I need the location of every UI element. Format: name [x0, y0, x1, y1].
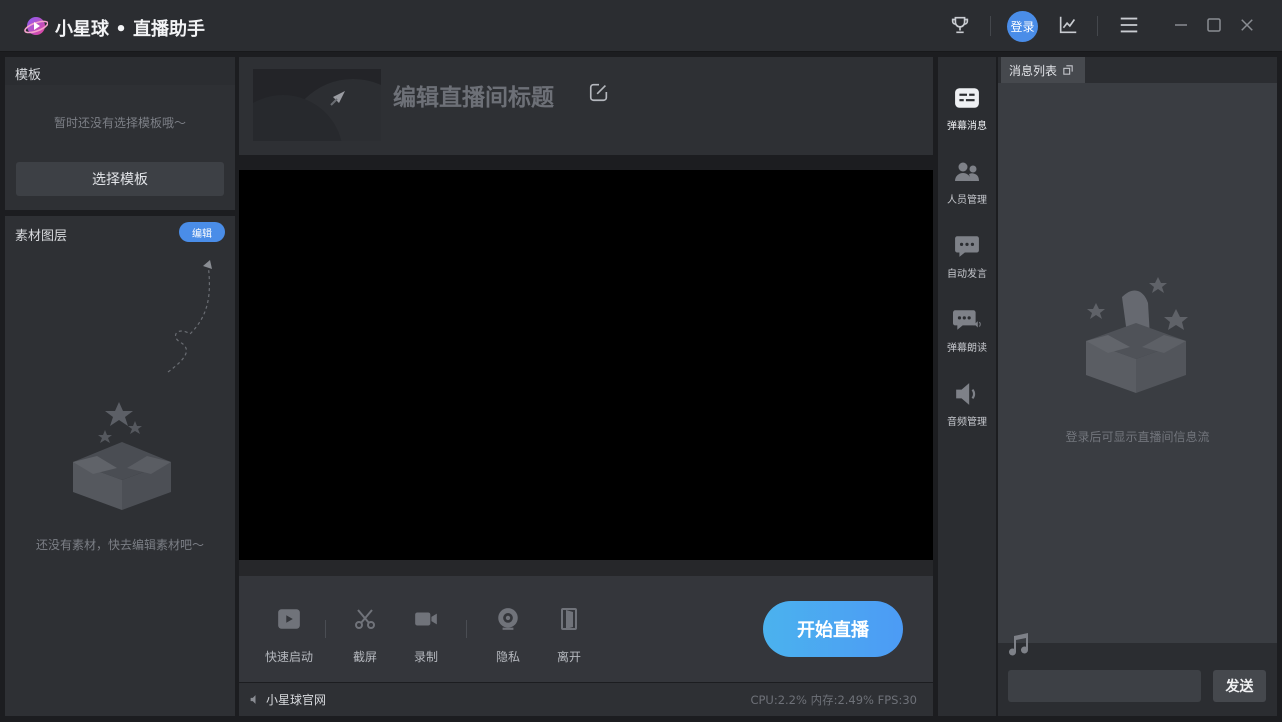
title-separator	[1097, 16, 1098, 36]
nav-danmaku-label: 弹幕消息	[947, 121, 987, 132]
performance-stats: CPU:2.2% 内存:2.49% FPS:30	[750, 693, 917, 707]
title-separator	[990, 16, 991, 36]
message-list-tab-label: 消息列表	[1009, 63, 1058, 78]
material-empty-hint: 还没有素材，快去编辑素材吧～	[35, 538, 204, 552]
read-aloud-icon	[952, 305, 982, 335]
stream-toolbar: 快速启动 截屏 录制 隐私 离开 开始直播	[239, 576, 933, 682]
stream-cover-thumbnail[interactable]	[253, 69, 381, 141]
app-title: 小星球 • 直播助手	[55, 19, 206, 40]
leave-button[interactable]: 离开	[554, 604, 584, 665]
rocket-icon	[253, 79, 381, 141]
nav-danmaku-read-label: 弹幕朗读	[947, 343, 987, 354]
nav-auto-speak[interactable]: 自动发言	[938, 225, 996, 289]
template-empty-hint: 暂时还没有选择模板哦～	[53, 116, 186, 130]
leave-label: 离开	[556, 650, 581, 664]
chart-icon[interactable]	[1056, 13, 1080, 37]
speaker-icon	[952, 379, 982, 409]
title-bar: 小星球 • 直播助手 登录	[0, 0, 1282, 52]
nav-audio-management-label: 音频管理	[947, 417, 987, 428]
camera-icon	[411, 604, 441, 634]
privacy-label: 隐私	[495, 650, 520, 664]
nav-danmaku-read[interactable]: 弹幕朗读	[938, 299, 996, 363]
toolbar-separator	[325, 620, 326, 638]
quick-start-label: 快速启动	[265, 650, 314, 664]
message-panel: 消息列表 登录后可显示直播间信息流 发送	[998, 57, 1277, 716]
material-panel: 素材图层 编辑 还没有素材，快去编辑素材吧～	[5, 216, 235, 716]
status-bar: 小星球官网 CPU:2.2% 内存:2.49% FPS:30	[239, 683, 933, 716]
auto-chat-icon	[952, 231, 982, 261]
nav-audio-management[interactable]: 音频管理	[938, 373, 996, 437]
template-panel: 模板 暂时还没有选择模板哦～ 选择模板	[5, 57, 235, 210]
screenshot-button[interactable]: 截屏	[350, 604, 380, 665]
minimize-icon[interactable]	[1169, 13, 1193, 37]
nav-user-management[interactable]: 人员管理	[938, 151, 996, 215]
official-site-label: 小星球官网	[266, 693, 327, 707]
edit-material-button[interactable]: 编辑	[179, 222, 225, 242]
official-site-link[interactable]: 小星球官网	[249, 691, 326, 708]
record-label: 录制	[413, 650, 438, 664]
message-empty-hint: 登录后可显示直播间信息流	[1065, 430, 1210, 444]
privacy-button[interactable]: 隐私	[493, 604, 523, 665]
start-live-button[interactable]: 开始直播	[763, 601, 903, 657]
record-button[interactable]: 录制	[411, 604, 441, 665]
send-button[interactable]: 发送	[1213, 670, 1266, 702]
screenshot-label: 截屏	[352, 650, 377, 664]
side-nav: 弹幕消息 人员管理 自动发言 弹幕朗读 音频管理	[938, 57, 996, 716]
tab-message-list[interactable]: 消息列表	[1001, 57, 1085, 83]
music-icon[interactable]	[1006, 632, 1030, 658]
trophy-icon[interactable]	[948, 13, 972, 37]
maximize-icon[interactable]	[1202, 13, 1226, 37]
dashed-arrow-icon	[167, 260, 212, 373]
close-icon[interactable]	[1235, 13, 1259, 37]
empty-box-icon	[73, 402, 171, 510]
quick-start-button[interactable]: 快速启动	[265, 604, 313, 665]
app-window: 小星球 • 直播助手 登录 模板 暂时还没有选择模板哦～ 选择模板 素材图层 编…	[0, 0, 1282, 722]
template-panel-title: 模板	[15, 68, 42, 83]
template-panel-header: 模板	[5, 57, 235, 85]
preview-divider	[239, 560, 933, 576]
nav-auto-speak-label: 自动发言	[947, 269, 987, 280]
danmaku-icon	[952, 83, 982, 113]
popout-icon[interactable]	[1063, 65, 1073, 75]
webcam-icon	[493, 604, 523, 634]
login-button[interactable]: 登录	[1007, 11, 1038, 42]
play-icon	[274, 604, 304, 634]
stream-preview[interactable]	[239, 170, 933, 560]
stream-header: 编辑直播间标题	[239, 57, 933, 155]
users-icon	[952, 157, 982, 187]
door-icon	[554, 604, 584, 634]
empty-box-scroll-icon	[1086, 277, 1188, 393]
message-list-area: 登录后可显示直播间信息流	[998, 83, 1277, 643]
scissors-icon	[350, 604, 380, 634]
stream-title[interactable]: 编辑直播间标题	[393, 78, 554, 112]
material-panel-title: 素材图层	[15, 229, 68, 244]
menu-icon[interactable]	[1117, 13, 1141, 37]
nav-danmaku-messages[interactable]: 弹幕消息	[938, 77, 996, 141]
nav-user-management-label: 人员管理	[947, 195, 987, 206]
toolbar-separator	[466, 620, 467, 638]
select-template-button[interactable]: 选择模板	[16, 162, 224, 196]
chat-input[interactable]	[1008, 670, 1201, 702]
app-logo-icon	[24, 14, 49, 38]
speaker-small-icon	[250, 695, 256, 704]
edit-title-icon[interactable]	[588, 81, 610, 103]
